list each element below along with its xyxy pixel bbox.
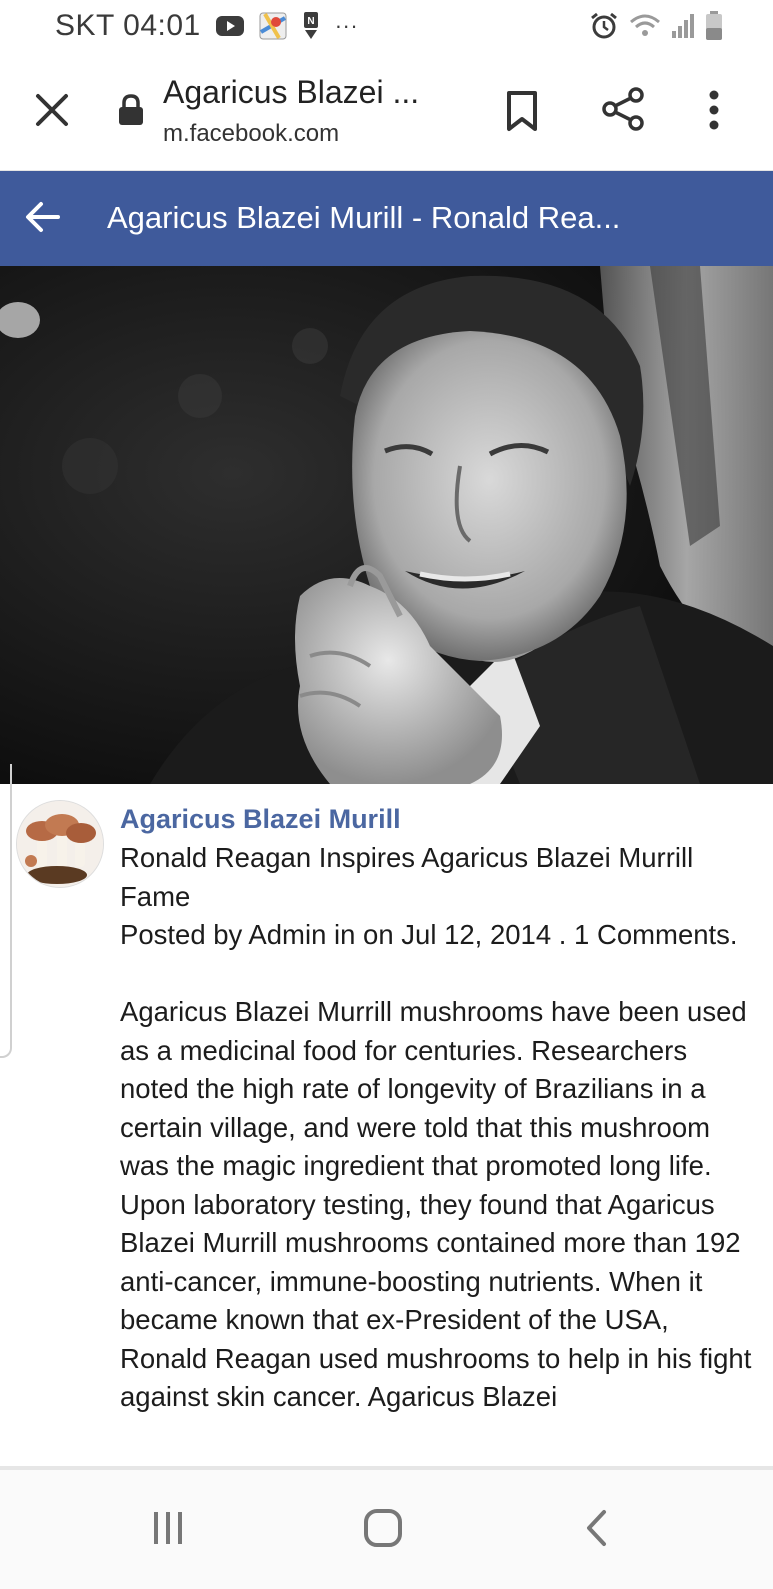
battery-icon bbox=[705, 11, 723, 41]
arrow-left-icon bbox=[26, 202, 60, 232]
maps-icon bbox=[259, 12, 287, 40]
page-title[interactable]: Agaricus Blazei ... bbox=[163, 74, 419, 111]
bookmark-icon bbox=[507, 91, 537, 131]
lock-icon bbox=[118, 94, 144, 131]
photo-man-pointing bbox=[0, 266, 773, 784]
youtube-icon bbox=[215, 15, 245, 37]
recent-apps-icon bbox=[154, 1512, 182, 1544]
share-button[interactable] bbox=[600, 86, 646, 137]
notification-n-icon: N bbox=[301, 11, 321, 41]
status-left: SKT 04:01 N ··· bbox=[55, 9, 358, 43]
status-right bbox=[589, 11, 723, 41]
page-name-link[interactable]: Agaricus Blazei Murill bbox=[120, 804, 401, 835]
android-nav-bar bbox=[0, 1470, 773, 1589]
alarm-icon bbox=[589, 11, 619, 41]
post-photo[interactable] bbox=[0, 266, 773, 784]
thread-line bbox=[0, 764, 12, 1058]
mushroom-avatar-icon bbox=[17, 801, 103, 887]
signal-icon bbox=[671, 13, 695, 39]
close-button[interactable] bbox=[30, 88, 74, 132]
more-options-button[interactable] bbox=[700, 88, 728, 137]
url-domain[interactable]: m.facebook.com bbox=[163, 120, 339, 148]
status-overflow: ··· bbox=[334, 13, 359, 38]
back-icon bbox=[587, 1510, 606, 1546]
post-body: Ronald Reagan Inspires Agaricus Blazei M… bbox=[120, 839, 755, 1417]
share-icon bbox=[602, 87, 644, 131]
back-button[interactable] bbox=[24, 198, 62, 241]
status-bar: SKT 04:01 N ··· bbox=[0, 0, 773, 52]
home-icon bbox=[364, 1509, 402, 1547]
nav-back-button[interactable] bbox=[582, 1508, 612, 1553]
svg-text:N: N bbox=[307, 16, 314, 27]
close-icon bbox=[36, 94, 68, 126]
wifi-icon bbox=[629, 13, 661, 39]
post-meta: Posted by Admin in on Jul 12, 2014 . 1 C… bbox=[120, 919, 738, 950]
recent-apps-button[interactable] bbox=[150, 1508, 186, 1553]
post-headline: Ronald Reagan Inspires Agaricus Blazei M… bbox=[120, 842, 694, 912]
page-header: Agaricus Blazei Murill - Ronald Rea... bbox=[0, 171, 773, 266]
avatar[interactable] bbox=[17, 801, 103, 887]
browser-toolbar: Agaricus Blazei ... m.facebook.com bbox=[0, 52, 773, 171]
bookmark-button[interactable] bbox=[504, 89, 540, 138]
status-time: SKT 04:01 bbox=[55, 9, 201, 42]
post-text: Agaricus Blazei Murrill mushrooms have b… bbox=[120, 996, 752, 1412]
header-title: Agaricus Blazei Murill - Ronald Rea... bbox=[107, 200, 621, 235]
more-vert-icon bbox=[709, 90, 719, 130]
home-button[interactable] bbox=[363, 1508, 403, 1553]
